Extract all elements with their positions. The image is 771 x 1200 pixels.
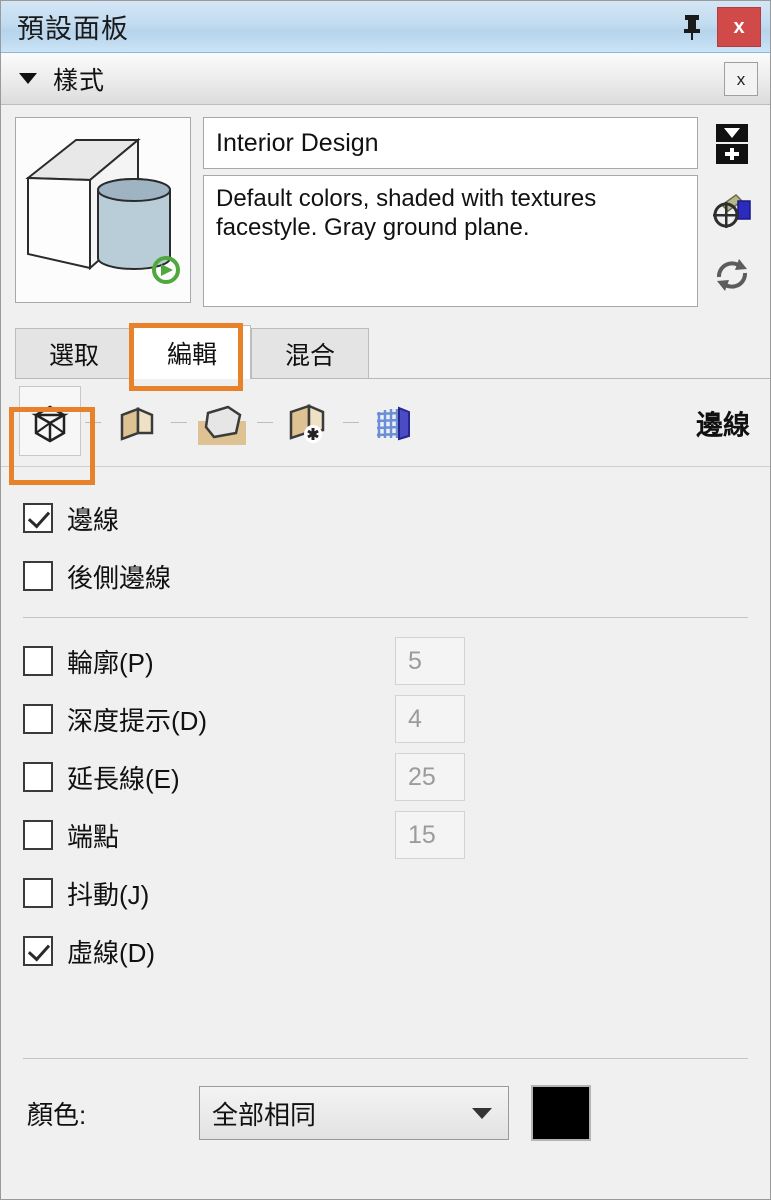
checkbox-endpoints[interactable]	[23, 820, 53, 850]
edge-settings-icon[interactable]	[15, 385, 85, 460]
option-row-endpoints[interactable]: 端點 15	[23, 806, 750, 864]
option-row-edges[interactable]: 邊線	[23, 489, 750, 547]
checkbox-extension[interactable]	[23, 762, 53, 792]
edge-color-swatch[interactable]	[531, 1085, 591, 1141]
label-depth-cue: 深度提示(D)	[67, 705, 208, 736]
edge-options-list: 邊線 後側邊線	[1, 467, 770, 605]
color-row: 顏色: 全部相同	[1, 1059, 770, 1141]
section-close-button[interactable]: x	[724, 62, 758, 96]
color-mode-value: 全部相同	[212, 1099, 317, 1130]
option-row-jitter[interactable]: 抖動(J)	[23, 864, 750, 922]
style-fields: Interior Design Default colors, shaded w…	[203, 117, 698, 307]
checkbox-depth-cue[interactable]	[23, 704, 53, 734]
modeling-settings-icon[interactable]	[359, 386, 429, 460]
label-dashes: 虛線(D)	[67, 937, 156, 968]
update-style-button[interactable]	[709, 189, 755, 231]
panel-title: 預設面板	[17, 14, 129, 44]
settings-icon-toolbar: 邊線	[1, 379, 770, 467]
style-info-row: Interior Design Default colors, shaded w…	[1, 105, 770, 317]
checkbox-dashes[interactable]	[23, 936, 53, 966]
create-new-style-button[interactable]	[709, 123, 755, 165]
face-settings-icon[interactable]	[101, 386, 171, 460]
checkbox-back-edges[interactable]	[23, 561, 53, 591]
checkbox-edges[interactable]	[23, 503, 53, 533]
style-description-input[interactable]: Default colors, shaded with textures fac…	[203, 175, 698, 307]
label-edges: 邊線	[67, 504, 120, 535]
checkbox-jitter[interactable]	[23, 878, 53, 908]
toolbar-divider	[257, 422, 273, 423]
checkbox-profiles[interactable]	[23, 646, 53, 676]
label-back-edges: 後側邊線	[67, 562, 172, 593]
pin-icon[interactable]	[675, 10, 709, 44]
toolbar-divider	[85, 422, 101, 423]
option-row-extension[interactable]: 延長線(E) 25	[23, 748, 750, 806]
triangle-down-icon[interactable]	[19, 73, 37, 84]
tab-strip: 選取 編輯 混合	[1, 317, 770, 379]
option-row-depth-cue[interactable]: 深度提示(D) 4	[23, 690, 750, 748]
option-row-back-edges[interactable]: 後側邊線	[23, 547, 750, 605]
option-row-dashes[interactable]: 虛線(D)	[23, 922, 750, 980]
label-extension: 延長線(E)	[67, 763, 180, 794]
watermark-settings-icon[interactable]	[273, 386, 343, 460]
tab-mix[interactable]: 混合	[251, 328, 369, 378]
toolbar-divider	[343, 422, 359, 423]
toolbar-divider	[171, 422, 187, 423]
edge-options-list-2: 輪廓(P) 5 深度提示(D) 4 延長線(E) 25 端點 15 抖動(J) …	[1, 628, 770, 980]
titlebar-buttons: x	[675, 1, 770, 53]
label-endpoints: 端點	[67, 821, 120, 852]
input-endpoints-value[interactable]: 15	[395, 811, 465, 859]
option-row-profiles[interactable]: 輪廓(P) 5	[23, 632, 750, 690]
toolbar-section-heading: 邊線	[696, 410, 750, 440]
style-preview-thumbnail[interactable]	[15, 117, 191, 303]
panel-titlebar: 預設面板 x	[1, 1, 770, 53]
style-name-input[interactable]: Interior Design	[203, 117, 698, 169]
background-settings-icon[interactable]	[187, 386, 257, 460]
tab-edit[interactable]: 編輯	[133, 325, 251, 379]
style-side-buttons	[704, 117, 760, 307]
refresh-style-button[interactable]	[709, 255, 755, 295]
color-mode-select[interactable]: 全部相同	[199, 1086, 509, 1140]
tab-select[interactable]: 選取	[15, 328, 133, 378]
input-depth-cue-value[interactable]: 4	[395, 695, 465, 743]
label-jitter: 抖動(J)	[67, 879, 150, 910]
chevron-down-icon[interactable]	[472, 1107, 492, 1119]
options-divider	[23, 617, 748, 618]
input-extension-value[interactable]: 25	[395, 753, 465, 801]
input-profiles-value[interactable]: 5	[395, 637, 465, 685]
style-section-header[interactable]: 樣式 x	[1, 53, 770, 105]
default-tray-panel: 預設面板 x 樣式 x Interior Design Default colo…	[0, 0, 771, 1200]
color-label: 顏色:	[27, 1099, 87, 1130]
style-section-title: 樣式	[53, 66, 106, 95]
label-profiles: 輪廓(P)	[67, 647, 154, 678]
window-close-button[interactable]: x	[717, 7, 761, 47]
